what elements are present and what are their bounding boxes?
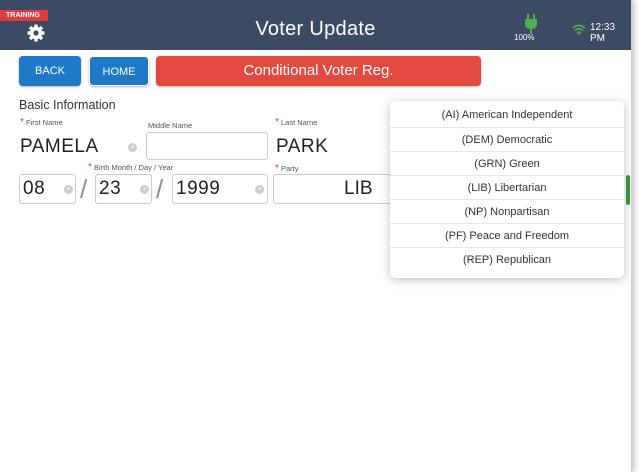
form-type-banner: Conditional Voter Reg. — [156, 56, 481, 86]
middle-name-label: Middle Name — [148, 121, 193, 130]
date-separator: / — [80, 174, 88, 204]
clock: 12:33 PM — [590, 22, 616, 44]
required-marker: * — [275, 163, 279, 174]
first-name-label-text: First Name — [26, 118, 63, 127]
clear-birth-day-icon[interactable]: × — [140, 185, 149, 194]
section-title: Basic Information — [19, 98, 116, 112]
birth-year-field[interactable]: 1999 × — [172, 174, 268, 204]
first-name-label: * First Name — [20, 117, 63, 128]
back-button[interactable]: BACK — [19, 56, 81, 86]
party-label-text: Party — [281, 164, 299, 173]
party-option[interactable]: (GRN) Green — [390, 151, 624, 176]
app-frame: TRAINING Voter Update 100% 12:33 PM BACK… — [0, 0, 632, 472]
wifi-icon — [572, 22, 586, 40]
header-bar: TRAINING Voter Update 100% 12:33 PM — [0, 0, 631, 50]
birth-month-input[interactable]: 08 — [23, 178, 45, 200]
birth-date-label-text: Birth Month / Day / Year — [94, 163, 174, 172]
party-option[interactable]: (NP) Nonpartisan — [390, 199, 624, 224]
date-separator: / — [156, 174, 164, 204]
clear-birth-year-icon[interactable]: × — [255, 185, 264, 194]
first-name-input[interactable]: PAMELA — [20, 136, 99, 158]
clear-first-name-icon[interactable]: × — [128, 143, 137, 152]
party-option[interactable]: (AI) American Independent — [390, 103, 624, 127]
birth-year-input[interactable]: 1999 — [176, 178, 220, 200]
home-button[interactable]: HOME — [89, 56, 149, 86]
party-option[interactable]: (LIB) Libertarian — [390, 175, 624, 200]
clear-birth-month-icon[interactable]: × — [64, 185, 73, 194]
continue-button-edge[interactable] — [626, 175, 630, 205]
last-name-input[interactable]: PARK — [276, 136, 328, 158]
birth-day-field[interactable]: 23 × — [95, 174, 152, 204]
required-marker: * — [275, 117, 279, 128]
birth-month-field[interactable]: 08 × — [19, 174, 76, 204]
party-option[interactable]: (PF) Peace and Freedom — [390, 223, 624, 248]
party-selected-value: LIB — [344, 178, 373, 199]
party-label: * Party — [275, 163, 299, 174]
birth-date-label: * Birth Month / Day / Year — [88, 162, 173, 173]
party-option[interactable]: (REP) Republican — [390, 247, 624, 272]
required-marker: * — [20, 117, 24, 128]
birth-day-input[interactable]: 23 — [99, 178, 121, 200]
middle-name-input[interactable] — [146, 132, 268, 160]
party-option[interactable]: (DEM) Democratic — [390, 127, 624, 152]
last-name-label: * Last Name — [275, 117, 317, 128]
required-marker: * — [88, 162, 92, 173]
last-name-label-text: Last Name — [281, 118, 318, 127]
battery-level: 100% — [514, 33, 535, 42]
party-dropdown: (AI) American Independent (DEM) Democrat… — [390, 101, 624, 278]
